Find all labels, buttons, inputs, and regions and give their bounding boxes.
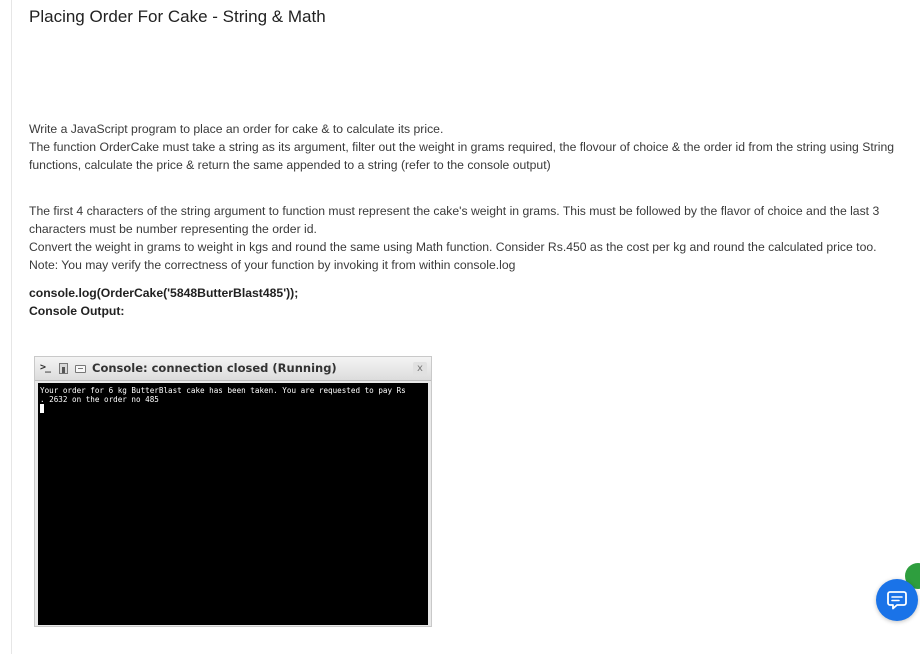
- console-output-line: . 2632 on the order no 485: [40, 395, 159, 404]
- description-line: Write a JavaScript program to place an o…: [29, 122, 444, 136]
- close-icon: x: [413, 362, 427, 375]
- left-divider: [11, 0, 12, 654]
- code-example: console.log(OrderCake('5848ButterBlast48…: [29, 286, 299, 300]
- terminal-prompt-icon: >_: [40, 362, 51, 373]
- page-title: Placing Order For Cake - String & Math: [29, 7, 326, 26]
- console-cursor-line: [40, 404, 426, 413]
- console-output-label: Console Output:: [29, 304, 125, 318]
- problem-description: Write a JavaScript program to place an o…: [29, 120, 909, 320]
- console-cursor: [40, 404, 44, 413]
- console-output-line: Your order for 6 kg ButterBlast cake has…: [40, 386, 406, 395]
- console-output: Your order for 6 kg ButterBlast cake has…: [38, 383, 428, 625]
- console-title: Console: connection closed (Running): [92, 361, 337, 375]
- description-line: Convert the weight in grams to weight in…: [29, 240, 877, 254]
- chat-support-icon: [887, 591, 907, 610]
- console-screenshot: >_ Console: connection closed (Running) …: [34, 356, 432, 627]
- description-line: The function OrderCake must take a strin…: [29, 140, 895, 172]
- page: Placing Order For Cake - String & Math W…: [0, 0, 920, 654]
- document-icon: [59, 363, 68, 374]
- chat-support-button[interactable]: [876, 579, 918, 621]
- console-window-icon: [75, 365, 86, 373]
- description-line: Note: You may verify the correctness of …: [29, 258, 516, 272]
- description-line: The first 4 characters of the string arg…: [29, 204, 880, 236]
- console-titlebar: >_ Console: connection closed (Running) …: [35, 357, 431, 381]
